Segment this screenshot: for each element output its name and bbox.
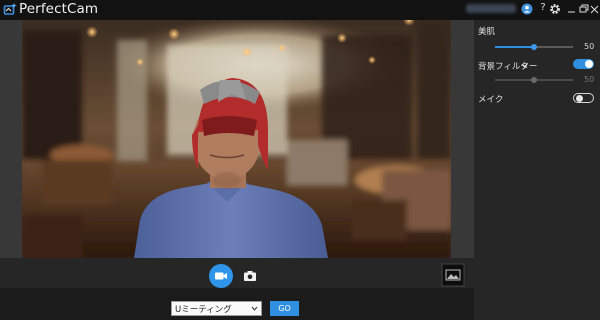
skin-smoothing-slider[interactable]: [495, 44, 573, 50]
toggle-knob: [585, 60, 593, 68]
app-title: PerfectCam: [19, 1, 99, 17]
chevron-down-icon: [251, 306, 258, 311]
skin-smoothing-fill: [495, 46, 534, 48]
perfectcam-logo-icon: [3, 3, 17, 15]
toggle-knob: [575, 94, 583, 102]
camera-preview-image: [22, 20, 451, 258]
meeting-app-select-value: Uミーティング: [175, 305, 232, 315]
settings-icon[interactable]: [548, 2, 562, 16]
chevron-down-icon[interactable]: [521, 62, 528, 69]
background-filter-value: 50: [584, 75, 595, 84]
background-filter-slider[interactable]: [495, 77, 573, 83]
user-badge-icon[interactable]: [520, 2, 534, 16]
video-camera-icon: [215, 272, 227, 280]
photo-mode-button[interactable]: [240, 266, 260, 286]
camera-icon: [244, 271, 256, 281]
makeup-toggle[interactable]: [573, 93, 594, 103]
close-icon[interactable]: [589, 2, 600, 16]
makeup-label: メイク: [478, 95, 504, 105]
skin-smoothing-thumb[interactable]: [531, 44, 537, 50]
meeting-app-select[interactable]: Uミーティング: [171, 301, 262, 316]
effects-panel: 美肌 50 背景フィルター 50 メイク: [474, 20, 600, 320]
skin-smoothing-value: 50: [584, 42, 595, 51]
gallery-button[interactable]: [441, 263, 465, 287]
gallery-icon: [441, 263, 465, 287]
skin-smoothing-label: 美肌: [478, 27, 496, 37]
go-button[interactable]: GO: [270, 301, 299, 316]
capture-control-bar: [0, 258, 474, 288]
video-mode-button[interactable]: [209, 264, 233, 288]
title-bar: PerfectCam ?: [0, 0, 600, 20]
background-filter-toggle[interactable]: [573, 59, 594, 69]
camera-preview: [22, 20, 451, 258]
user-name[interactable]: [466, 4, 516, 13]
background-filter-thumb[interactable]: [531, 77, 537, 83]
background-filter-label: 背景フィルター: [478, 62, 538, 72]
